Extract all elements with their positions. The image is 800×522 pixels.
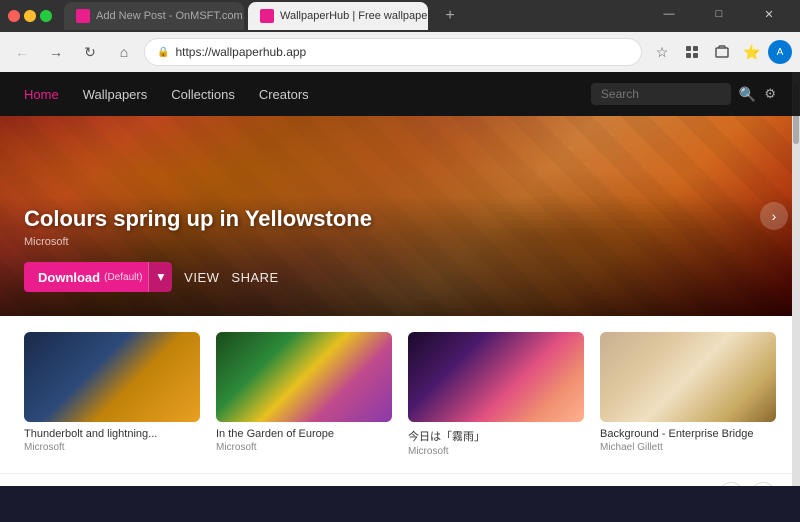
download-dropdown-button[interactable]: ▾ (148, 262, 172, 292)
wallpaper-title-1: In the Garden of Europe (216, 428, 392, 440)
wallpaper-thumb-3 (600, 332, 776, 422)
hero-content: Colours spring up in Yellowstone Microso… (24, 206, 372, 292)
wallpaper-title-2: 今日は「霧雨」 (408, 428, 584, 444)
title-bar: Add New Post - OnMSFT.com... ✕ Wallpaper… (0, 0, 800, 32)
download-button[interactable]: Download (Default) (24, 262, 156, 292)
wallpaper-author-1: Microsoft (216, 442, 392, 453)
maximize-button[interactable]: □ (696, 0, 742, 28)
forward-button[interactable]: → (42, 38, 70, 66)
traffic-light-minimize[interactable] (24, 10, 36, 22)
wallpaper-author-2: Microsoft (408, 446, 584, 457)
traffic-light-close[interactable] (8, 10, 20, 22)
wallpaper-item-0[interactable]: Thunderbolt and lightning... Microsoft (24, 332, 200, 457)
featured-nav: ‹ › (718, 482, 776, 486)
star-button[interactable]: ☆ (648, 38, 676, 66)
share-button[interactable]: SHARE (231, 270, 278, 285)
toolbar: ← → ↻ ⌂ 🔒 https://wallpaperhub.app ☆ ⭐ A (0, 32, 800, 72)
wallpaper-thumb-1 (216, 332, 392, 422)
traffic-light-maximize[interactable] (40, 10, 52, 22)
download-default: (Default) (104, 272, 142, 283)
featured-header: Featured ‹ › (24, 482, 776, 486)
toolbar-actions: ☆ ⭐ A (648, 38, 792, 66)
profile-avatar[interactable]: A (768, 40, 792, 64)
featured-title: Featured (24, 485, 100, 487)
lock-icon: 🔒 (157, 47, 169, 58)
wallpaper-row: Thunderbolt and lightning... Microsoft I… (0, 316, 800, 473)
wallpaper-item-3[interactable]: Background - Enterprise Bridge Michael G… (600, 332, 776, 457)
site-nav: Home Wallpapers Collections Creators 🔍 ⚙ (0, 72, 800, 116)
refresh-button[interactable]: ↻ (76, 38, 104, 66)
wallpaper-title-0: Thunderbolt and lightning... (24, 428, 200, 440)
nav-home[interactable]: Home (24, 87, 59, 102)
hero-section: Colours spring up in Yellowstone Microso… (0, 116, 800, 316)
featured-prev-button[interactable]: ‹ (718, 482, 744, 486)
featured-next-button[interactable]: › (750, 482, 776, 486)
new-tab-button[interactable]: + (436, 2, 464, 30)
view-button[interactable]: VIEW (184, 270, 219, 285)
wallpaper-item-1[interactable]: In the Garden of Europe Microsoft (216, 332, 392, 457)
traffic-lights (8, 10, 52, 22)
favorites-button[interactable]: ⭐ (738, 38, 766, 66)
hero-next-arrow[interactable]: › (760, 202, 788, 230)
tab-1-favicon (76, 9, 90, 23)
hero-title: Colours spring up in Yellowstone (24, 206, 372, 232)
wallpaper-item-2[interactable]: 今日は「霧雨」 Microsoft (408, 332, 584, 457)
search-icon[interactable]: 🔍 (739, 86, 756, 103)
window-controls: — □ ✕ (646, 0, 792, 32)
extensions-button[interactable] (678, 38, 706, 66)
settings-icon[interactable]: ⚙ (764, 86, 776, 102)
wallpaper-thumb-2 (408, 332, 584, 422)
nav-collections[interactable]: Collections (171, 87, 235, 102)
nav-creators[interactable]: Creators (259, 87, 309, 102)
hero-actions: Download (Default) ▾ VIEW SHARE (24, 262, 372, 292)
minimize-button[interactable]: — (646, 0, 692, 28)
tab-1[interactable]: Add New Post - OnMSFT.com... ✕ (64, 2, 244, 30)
website-content: Home Wallpapers Collections Creators 🔍 ⚙… (0, 72, 800, 486)
nav-wallpapers[interactable]: Wallpapers (83, 87, 148, 102)
tab-2-label: WallpaperHub | Free wallpaper... (280, 10, 428, 22)
tab-2[interactable]: WallpaperHub | Free wallpaper... ✕ (248, 2, 428, 30)
site-scrollbar[interactable] (792, 72, 800, 486)
hero-subtitle: Microsoft (24, 236, 372, 248)
search-input[interactable] (591, 83, 731, 105)
featured-section: Featured ‹ › (0, 473, 800, 486)
wallpaper-author-3: Michael Gillett (600, 442, 776, 453)
wallpaper-title-3: Background - Enterprise Bridge (600, 428, 776, 440)
nav-search: 🔍 ⚙ (591, 83, 776, 105)
tab-1-label: Add New Post - OnMSFT.com... (96, 10, 244, 22)
url-text: https://wallpaperhub.app (175, 45, 629, 59)
browser-chrome: Add New Post - OnMSFT.com... ✕ Wallpaper… (0, 0, 800, 72)
collections-button[interactable] (708, 38, 736, 66)
download-label: Download (38, 270, 100, 285)
tab-2-favicon (260, 9, 274, 23)
wallpaper-grid: Thunderbolt and lightning... Microsoft I… (24, 332, 776, 457)
address-bar[interactable]: 🔒 https://wallpaperhub.app (144, 38, 642, 66)
wallpaper-thumb-0 (24, 332, 200, 422)
close-button[interactable]: ✕ (746, 0, 792, 28)
wallpaper-author-0: Microsoft (24, 442, 200, 453)
back-button[interactable]: ← (8, 38, 36, 66)
home-button[interactable]: ⌂ (110, 38, 138, 66)
